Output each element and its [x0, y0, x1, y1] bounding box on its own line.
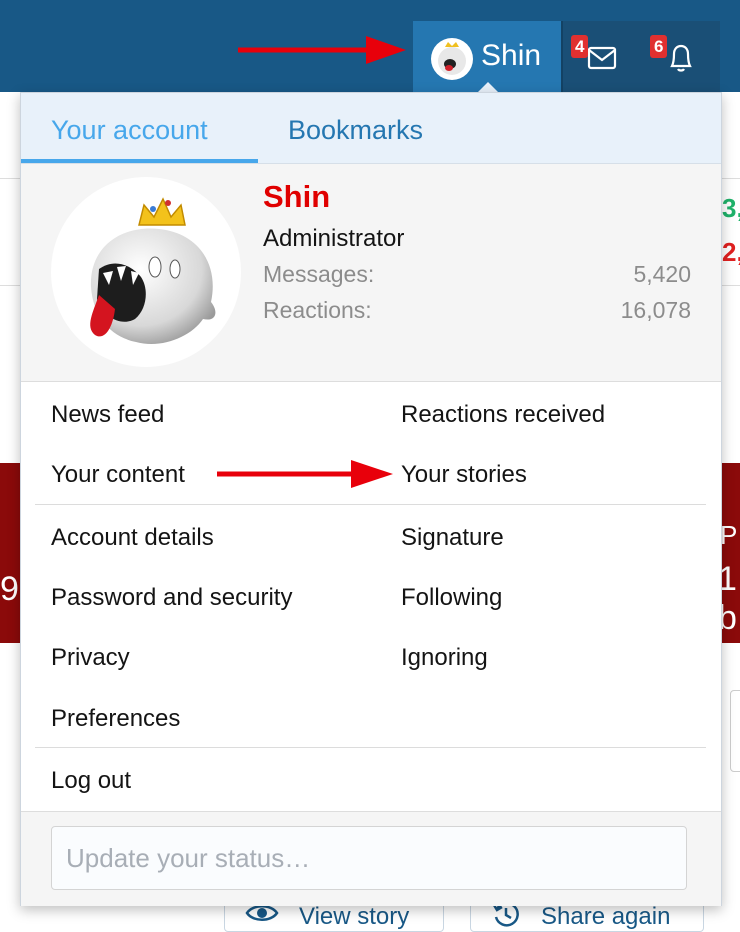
ignoring-link[interactable]: Ignoring	[401, 644, 488, 672]
annotation-arrow	[217, 460, 393, 488]
menu-caret	[478, 82, 498, 92]
reactions-value: 16,078	[620, 297, 691, 323]
tab-your-account[interactable]: Your account	[51, 115, 208, 146]
active-tab-indicator	[21, 159, 258, 163]
password-security-link[interactable]: Password and security	[51, 584, 292, 612]
inbox-badge: 4	[571, 35, 589, 58]
preferences-link[interactable]: Preferences	[51, 705, 180, 733]
alerts-badge: 6	[650, 35, 668, 58]
king-boo-avatar-icon	[90, 197, 216, 345]
share-again-label: Share again	[541, 903, 671, 930]
user-avatar-large[interactable]	[51, 177, 241, 367]
bg-banner-text: P	[720, 520, 738, 550]
profile-card: Shin Administrator Messages: 5,420 React…	[21, 164, 721, 382]
signature-link[interactable]: Signature	[401, 524, 504, 552]
user-avatar-small	[431, 38, 473, 80]
privacy-link[interactable]: Privacy	[51, 644, 130, 672]
following-link[interactable]: Following	[401, 584, 502, 612]
annotation-arrow	[238, 36, 406, 64]
bg-stat-green: 3,4	[722, 193, 740, 223]
profile-role: Administrator	[263, 225, 405, 252]
menu-divider	[35, 504, 706, 505]
messages-label: Messages:	[263, 261, 375, 287]
mail-icon	[587, 46, 617, 70]
nav-username: Shin	[481, 39, 542, 72]
messages-value: 5,420	[633, 261, 691, 287]
status-input[interactable]	[51, 826, 687, 890]
your-stories-link[interactable]: Your stories	[401, 461, 527, 489]
tab-bookmarks[interactable]: Bookmarks	[288, 115, 423, 146]
account-popup-menu: Your account Bookmarks Shin Administrato…	[20, 92, 722, 906]
status-update-area	[21, 811, 721, 906]
popup-tabs: Your account Bookmarks	[21, 93, 721, 164]
menu-divider	[35, 747, 706, 748]
your-content-link[interactable]: Your content	[51, 461, 185, 489]
log-out-link[interactable]: Log out	[51, 767, 131, 795]
profile-username[interactable]: Shin	[263, 179, 330, 215]
account-details-link[interactable]: Account details	[51, 524, 214, 552]
reactions-received-link[interactable]: Reactions received	[401, 401, 605, 429]
bell-icon	[670, 44, 692, 72]
bg-banner-text: 9	[0, 570, 19, 608]
reactions-label: Reactions:	[263, 297, 372, 323]
news-feed-link[interactable]: News feed	[51, 401, 164, 429]
view-story-label: View story	[299, 903, 410, 930]
bg-box	[730, 690, 740, 772]
bg-stat-red: 2,7	[722, 237, 740, 267]
